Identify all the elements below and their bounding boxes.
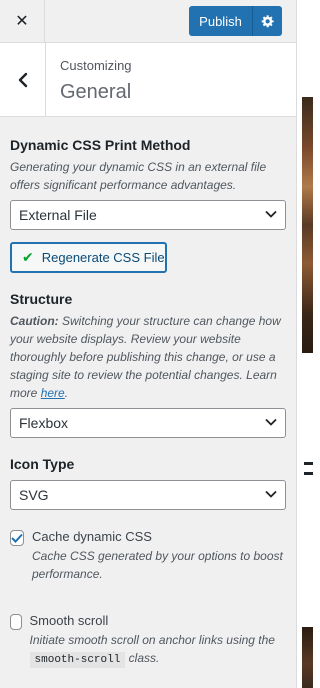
cache-css-checkbox[interactable] — [10, 530, 24, 546]
caution-label: Caution: — [10, 314, 59, 328]
css-print-label: Dynamic CSS Print Method — [10, 137, 191, 153]
cache-css-description: Cache CSS generated by your options to b… — [32, 549, 283, 581]
customizing-label: Customizing — [60, 58, 132, 73]
section-controls: Dynamic CSS Print Method Generating your… — [10, 117, 287, 669]
back-button[interactable] — [0, 43, 46, 116]
structure-label: Structure — [10, 291, 73, 307]
smooth-scroll-label: Smooth scroll — [29, 613, 109, 628]
publish-settings-button[interactable] — [252, 6, 282, 36]
check-icon: ✔ — [22, 249, 34, 265]
chevron-down-icon — [265, 418, 277, 426]
icon-type-selected: SVG — [19, 487, 49, 503]
chevron-left-icon — [18, 72, 27, 87]
site-preview — [298, 0, 313, 688]
smooth-scroll-control: Smooth scroll Initiate smooth scroll on … — [10, 613, 287, 669]
chevron-down-icon — [265, 210, 277, 218]
regenerate-css-label: Regenerate CSS File — [41, 250, 165, 265]
preview-image — [302, 627, 313, 688]
customizer-panel: ✕ Publish Customizing General Dynamic CS… — [0, 0, 297, 688]
icon-type-label: Icon Type — [10, 456, 75, 472]
close-button[interactable]: ✕ — [0, 0, 45, 42]
checkmark-icon — [11, 533, 23, 543]
icon-type-select[interactable]: SVG — [10, 480, 286, 510]
structure-control: Structure Caution: Switching your struct… — [10, 291, 287, 438]
structure-description: Caution: Switching your structure can ch… — [10, 312, 287, 402]
structure-select[interactable]: Flexbox — [10, 408, 286, 438]
cache-css-label: Cache dynamic CSS — [32, 529, 152, 544]
publish-button[interactable]: Publish — [189, 6, 252, 36]
customizer-header: ✕ Publish — [0, 0, 296, 43]
css-print-control: Dynamic CSS Print Method Generating your… — [10, 137, 287, 273]
preview-image — [302, 97, 313, 353]
cache-css-control: Cache dynamic CSS Cache CSS generated by… — [10, 529, 287, 583]
section-title: General — [60, 81, 132, 103]
smooth-scroll-desc-prefix: Initiate smooth scroll on anchor links u… — [29, 633, 275, 647]
structure-selected: Flexbox — [19, 415, 69, 431]
section-header: Customizing General — [0, 43, 296, 117]
regenerate-css-button[interactable]: ✔ Regenerate CSS File — [10, 242, 167, 273]
learn-more-link[interactable]: here — [41, 386, 65, 400]
css-print-description: Generating your dynamic CSS in an extern… — [10, 160, 267, 192]
css-print-select[interactable]: External File — [10, 200, 286, 230]
smooth-scroll-code: smooth-scroll — [29, 652, 126, 668]
publish-group: Publish — [189, 6, 282, 36]
smooth-scroll-description: Initiate smooth scroll on anchor links u… — [29, 631, 287, 669]
caution-suffix: . — [64, 386, 69, 400]
preview-text-line — [304, 462, 313, 465]
gear-icon — [261, 15, 274, 28]
preview-text-line — [304, 472, 313, 475]
smooth-scroll-desc-suffix: class. — [125, 651, 160, 665]
css-print-selected: External File — [19, 207, 97, 223]
smooth-scroll-text: Smooth scroll Initiate smooth scroll on … — [29, 613, 287, 669]
cache-css-text: Cache dynamic CSS Cache CSS generated by… — [32, 529, 287, 583]
chevron-down-icon — [265, 490, 277, 498]
icon-type-control: Icon Type SVG — [10, 456, 287, 510]
close-icon: ✕ — [15, 13, 29, 30]
smooth-scroll-checkbox[interactable] — [10, 614, 22, 630]
